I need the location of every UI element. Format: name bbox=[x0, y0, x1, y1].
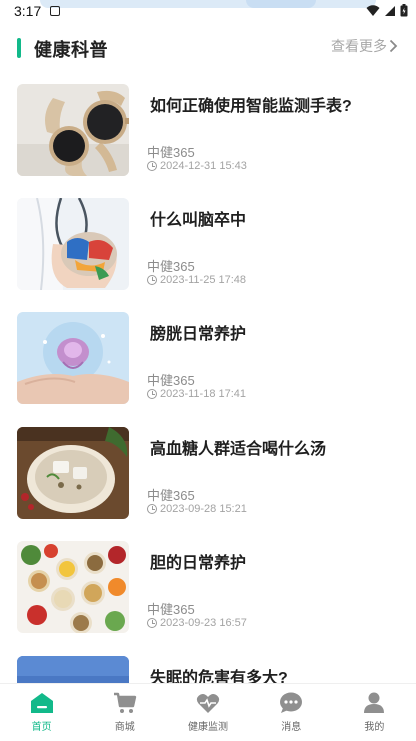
wifi-icon bbox=[366, 4, 380, 16]
article-source: 中健365 bbox=[147, 602, 195, 617]
article-item[interactable]: 胆的日常养护 中健365 2023-09-23 16:57 bbox=[17, 541, 399, 635]
article-source: 中健365 bbox=[147, 145, 195, 160]
article-source: 中健365 bbox=[147, 488, 195, 503]
status-icons bbox=[366, 4, 408, 17]
article-date: 2023-09-28 15:21 bbox=[147, 503, 247, 515]
nav-label: 消息 bbox=[281, 722, 302, 733]
nav-item-health-monitor[interactable]: 健康监测 bbox=[166, 684, 249, 741]
article-thumbnail bbox=[17, 312, 129, 404]
notification-icon bbox=[50, 6, 60, 16]
nav-item-mall[interactable]: 商城 bbox=[83, 684, 166, 741]
banner-edge bbox=[40, 0, 376, 8]
article-date: 2023-11-25 17:48 bbox=[147, 274, 246, 286]
article-item[interactable]: 高血糖人群适合喝什么汤 中健365 2023-09-28 15:21 bbox=[17, 427, 399, 521]
article-title: 什么叫脑卒中 bbox=[150, 212, 247, 229]
article-thumbnail bbox=[17, 541, 129, 633]
nav-item-profile[interactable]: 我的 bbox=[333, 684, 416, 741]
nav-item-messages[interactable]: 消息 bbox=[250, 684, 333, 741]
article-item[interactable]: 如何正确使用智能监测手表? 中健365 2024-12-31 15:43 bbox=[17, 84, 399, 178]
article-thumbnail bbox=[17, 198, 129, 290]
nav-label: 我的 bbox=[364, 722, 385, 733]
cart-icon bbox=[113, 692, 137, 714]
clock-icon bbox=[147, 618, 157, 628]
signal-icon bbox=[385, 5, 395, 16]
clock-icon bbox=[147, 161, 157, 171]
section-accent-bar bbox=[17, 38, 21, 58]
section-header: 健康科普 查看更多 bbox=[0, 30, 416, 66]
article-date: 2023-09-23 16:57 bbox=[147, 617, 247, 629]
section-title: 健康科普 bbox=[34, 40, 108, 60]
article-thumbnail bbox=[17, 427, 129, 519]
nav-label: 商城 bbox=[114, 722, 135, 733]
article-source: 中健365 bbox=[147, 373, 195, 388]
article-item[interactable]: 膀胱日常养护 中健365 2023-11-18 17:41 bbox=[17, 312, 399, 406]
user-icon bbox=[362, 692, 386, 714]
article-source: 中健365 bbox=[147, 259, 195, 274]
status-time: 3:17 bbox=[14, 3, 42, 19]
article-thumbnail bbox=[17, 84, 129, 176]
article-title: 膀胱日常养护 bbox=[150, 326, 247, 343]
bottom-nav: 首页 商城 健康监测 消息 我的 bbox=[0, 683, 416, 741]
home-icon bbox=[30, 692, 54, 714]
clock-icon bbox=[147, 275, 157, 285]
status-bar: 3:17 bbox=[0, 0, 416, 24]
clock-icon bbox=[147, 504, 157, 514]
see-more-label: 查看更多 bbox=[331, 38, 387, 54]
message-icon bbox=[279, 692, 303, 714]
article-item[interactable]: 什么叫脑卒中 中健365 2023-11-25 17:48 bbox=[17, 198, 399, 292]
clock-icon bbox=[147, 389, 157, 399]
nav-label: 首页 bbox=[31, 722, 52, 733]
article-title: 胆的日常养护 bbox=[150, 555, 247, 572]
heart-icon bbox=[196, 692, 220, 714]
article-title: 如何正确使用智能监测手表? bbox=[150, 98, 352, 115]
battery-icon bbox=[400, 4, 408, 17]
nav-item-home[interactable]: 首页 bbox=[0, 684, 83, 741]
nav-label: 健康监测 bbox=[188, 722, 228, 733]
article-title: 高血糖人群适合喝什么汤 bbox=[150, 441, 327, 458]
see-more-link[interactable]: 查看更多 bbox=[331, 36, 398, 56]
chevron-right-icon bbox=[389, 39, 398, 53]
article-date: 2023-11-18 17:41 bbox=[147, 388, 246, 400]
article-date: 2024-12-31 15:43 bbox=[147, 160, 247, 172]
